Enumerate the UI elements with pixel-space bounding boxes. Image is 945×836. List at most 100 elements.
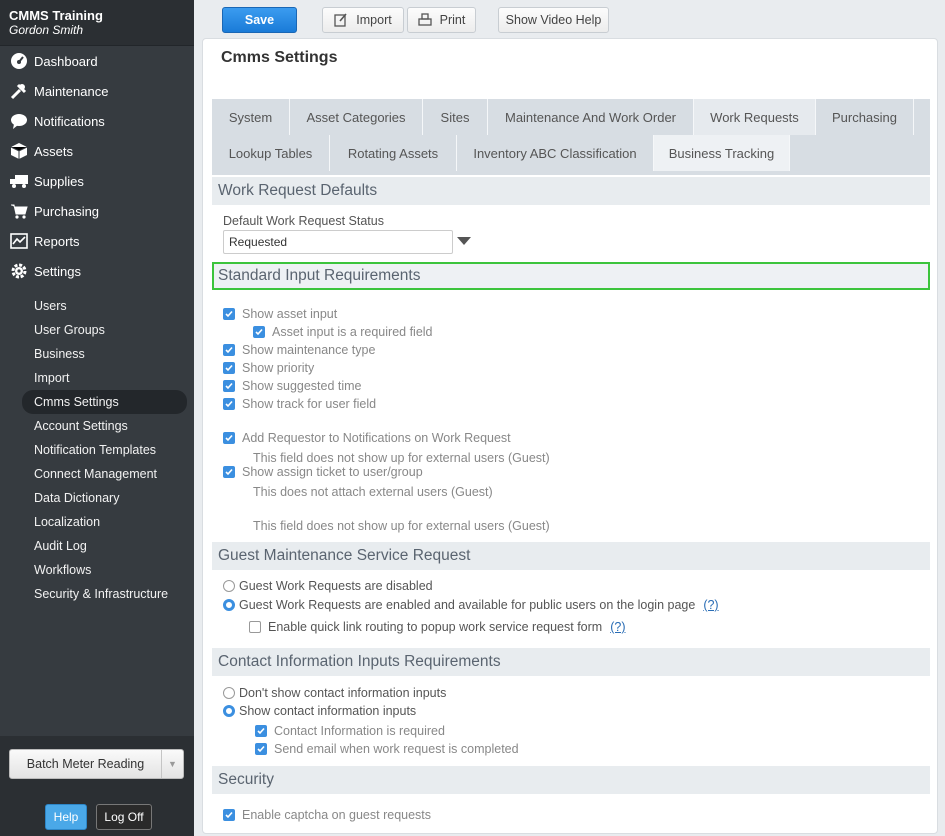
checkbox-checked-icon[interactable] (223, 380, 235, 392)
brand: CMMS Training Gordon Smith (0, 0, 194, 46)
checkbox-checked-icon[interactable] (223, 308, 235, 320)
tab-system[interactable]: System (212, 99, 290, 135)
default-status-select[interactable]: Requested (223, 230, 453, 254)
checkbox-label: Enable quick link routing to popup work … (268, 620, 603, 634)
checkbox-checked-icon[interactable] (255, 743, 267, 755)
sidebar: CMMS Training Gordon Smith Dashboard Mai… (0, 0, 194, 836)
guest-enabled-radio[interactable]: Guest Work Requests are enabled and avai… (223, 598, 719, 612)
tools-icon (9, 82, 29, 100)
show-video-help-button[interactable]: Show Video Help (498, 7, 609, 33)
show-suggested-time-checkbox[interactable]: Show suggested time (223, 379, 362, 393)
page-title: Cmms Settings (221, 49, 338, 66)
help-link[interactable]: (?) (703, 598, 718, 612)
checkbox-checked-icon[interactable] (223, 432, 235, 444)
subnav-user-groups[interactable]: User Groups (0, 318, 194, 342)
tab-purchasing[interactable]: Purchasing (816, 99, 914, 135)
tab-asset-categories[interactable]: Asset Categories (290, 99, 423, 135)
radio-selected-icon[interactable] (223, 599, 235, 611)
chevron-down-icon[interactable]: ▼ (161, 750, 183, 778)
tab-lookup-tables[interactable]: Lookup Tables (212, 135, 330, 171)
radio-icon[interactable] (223, 687, 235, 699)
show-contact-radio[interactable]: Show contact information inputs (223, 704, 416, 718)
nav-label: Reports (34, 233, 80, 249)
chat-icon (9, 112, 29, 130)
subnav-business[interactable]: Business (0, 342, 194, 366)
log-off-button[interactable]: Log Off (96, 804, 152, 830)
send-email-checkbox[interactable]: Send email when work request is complete… (255, 742, 519, 756)
nav-maintenance[interactable]: Maintenance (0, 76, 194, 106)
checkbox-checked-icon[interactable] (255, 725, 267, 737)
checkbox-checked-icon[interactable] (253, 326, 265, 338)
security-header: Security (212, 766, 930, 794)
settings-subnav: Users User Groups Business Import Cmms S… (0, 294, 194, 606)
radio-icon[interactable] (223, 580, 235, 592)
tab-business-tracking[interactable]: Business Tracking (654, 135, 790, 171)
import-button[interactable]: Import (322, 7, 404, 33)
help-button[interactable]: Help (45, 804, 87, 830)
show-maintenance-type-checkbox[interactable]: Show maintenance type (223, 343, 375, 357)
show-assign-ticket-checkbox[interactable]: Show assign ticket to user/group (223, 465, 423, 479)
checkbox-checked-icon[interactable] (223, 466, 235, 478)
nav-notifications[interactable]: Notifications (0, 106, 194, 136)
nav-label: Assets (34, 143, 74, 159)
tab-sites[interactable]: Sites (423, 99, 488, 135)
dont-show-contact-radio[interactable]: Don't show contact information inputs (223, 686, 446, 700)
show-priority-checkbox[interactable]: Show priority (223, 361, 314, 375)
subnav-notification-templates[interactable]: Notification Templates (0, 438, 194, 462)
subnav-workflows[interactable]: Workflows (0, 558, 194, 582)
checkbox-checked-icon[interactable] (223, 398, 235, 410)
nav-assets[interactable]: Assets (0, 136, 194, 166)
quick-link-checkbox[interactable]: Enable quick link routing to popup work … (249, 620, 625, 634)
guest-maintenance-header: Guest Maintenance Service Request (212, 542, 930, 570)
nav-label: Supplies (34, 173, 84, 189)
help-link[interactable]: (?) (610, 620, 625, 634)
org-name: CMMS Training (9, 8, 103, 23)
nav-supplies[interactable]: Supplies (0, 166, 194, 196)
nav-label: Settings (34, 263, 81, 279)
save-button[interactable]: Save (222, 7, 297, 33)
checkbox-label: Show asset input (242, 307, 338, 321)
tab-maintenance-work-order[interactable]: Maintenance And Work Order (488, 99, 694, 135)
batch-meter-reading-button[interactable]: Batch Meter Reading ▼ (9, 749, 184, 779)
subnav-connect-management[interactable]: Connect Management (0, 462, 194, 486)
truck-icon (9, 172, 29, 190)
subnav-localization[interactable]: Localization (0, 510, 194, 534)
contact-required-checkbox[interactable]: Contact Information is required (255, 724, 445, 738)
nav-dashboard[interactable]: Dashboard (0, 46, 194, 76)
checkbox-label: Show priority (242, 361, 315, 375)
print-button[interactable]: Print (407, 7, 476, 33)
nav-settings[interactable]: Settings (0, 256, 194, 286)
radio-label: Don't show contact information inputs (239, 686, 447, 700)
radio-selected-icon[interactable] (223, 705, 235, 717)
checkbox-label: Show maintenance type (242, 343, 376, 357)
subnav-cmms-settings[interactable]: Cmms Settings (22, 390, 187, 414)
subnav-audit-log[interactable]: Audit Log (0, 534, 194, 558)
subnav-security-infrastructure[interactable]: Security & Infrastructure (0, 582, 194, 606)
guest-disabled-radio[interactable]: Guest Work Requests are disabled (223, 579, 433, 593)
batch-label: Batch Meter Reading (26, 757, 145, 771)
subnav-data-dictionary[interactable]: Data Dictionary (0, 486, 194, 510)
chevron-down-icon[interactable] (457, 237, 471, 245)
show-asset-input-checkbox[interactable]: Show asset input (223, 307, 337, 321)
subnav-users[interactable]: Users (0, 294, 194, 318)
nav-purchasing[interactable]: Purchasing (0, 196, 194, 226)
asset-input-required-checkbox[interactable]: Asset input is a required field (253, 325, 433, 339)
subnav-account-settings[interactable]: Account Settings (0, 414, 194, 438)
checkbox-unchecked-icon[interactable] (249, 621, 261, 633)
enable-captcha-checkbox[interactable]: Enable captcha on guest requests (223, 808, 431, 822)
add-requestor-notifications-checkbox[interactable]: Add Requestor to Notifications on Work R… (223, 431, 511, 445)
nav-label: Notifications (34, 113, 105, 129)
print-icon (417, 13, 432, 26)
box-icon (9, 142, 29, 160)
tab-rotating-assets[interactable]: Rotating Assets (330, 135, 457, 171)
nav-reports[interactable]: Reports (0, 226, 194, 256)
show-track-for-user-checkbox[interactable]: Show track for user field (223, 397, 376, 411)
checkbox-checked-icon[interactable] (223, 362, 235, 374)
subnav-import[interactable]: Import (0, 366, 194, 390)
checkbox-checked-icon[interactable] (223, 809, 235, 821)
tab-work-requests[interactable]: Work Requests (694, 99, 816, 135)
checkbox-checked-icon[interactable] (223, 344, 235, 356)
tab-inventory-abc[interactable]: Inventory ABC Classification (457, 135, 654, 171)
main-nav: Dashboard Maintenance Notifications Asse… (0, 46, 194, 286)
nav-label: Dashboard (34, 53, 98, 69)
